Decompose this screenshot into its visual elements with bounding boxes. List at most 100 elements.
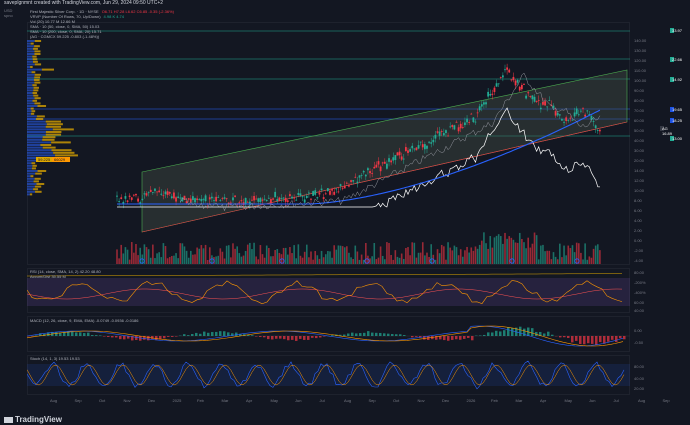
candle-body (571, 119, 574, 121)
candle-body (491, 93, 494, 95)
candle-body (128, 195, 131, 197)
volume-bar (529, 247, 532, 264)
volume-bar (390, 254, 392, 264)
stoch-label[interactable]: Stoch (14, 1, 3) 19.53 19.53 (30, 356, 80, 361)
macd-hist-bar (607, 336, 610, 342)
candle-body (200, 198, 203, 202)
candle-body (320, 188, 323, 191)
macd-hist-bar (87, 332, 90, 336)
macd-hist-bar (511, 327, 514, 336)
price-tick: 50.00 (634, 128, 645, 133)
candle-body (472, 117, 475, 123)
candle-body (173, 192, 175, 199)
vrvp-bar-down (27, 177, 35, 180)
vrvp-bar-up (34, 73, 41, 76)
volume-bar (424, 255, 426, 264)
vrvp-bar-down (27, 40, 35, 42)
vrvp-bar-up (35, 190, 42, 193)
volume-bar (154, 258, 156, 264)
vrvp-bar-down (27, 107, 31, 110)
macd-hist-bar (99, 335, 102, 336)
volume-bar (567, 245, 570, 264)
vrvp-bar-down (27, 97, 35, 100)
vrvp-bar-up (36, 115, 45, 118)
candle-body (331, 189, 333, 191)
time-tick: Oct (99, 398, 106, 403)
candle-body (278, 197, 281, 201)
rsi-chart-svg[interactable] (27, 268, 630, 313)
volume-bar (417, 252, 420, 264)
candle-body (194, 198, 196, 203)
macd-hist-bar (199, 333, 202, 336)
volume-bar (394, 250, 397, 264)
candle-body (202, 199, 205, 201)
volume-bar (468, 252, 470, 264)
macd-label[interactable]: MACD (12, 26, close, 9, EMA, EMA) -0.074… (30, 318, 139, 323)
macd-hist-bar (223, 331, 226, 336)
candle-body (234, 195, 236, 197)
macd-hist-bar (111, 336, 114, 338)
volume-bar (379, 246, 382, 264)
volume-bar (272, 256, 274, 264)
time-tick: Jul (613, 398, 619, 403)
currency-label[interactable]: USD spno (4, 8, 13, 18)
candle-body (139, 202, 142, 204)
price-tick: 6.00 (634, 208, 642, 213)
macd-hist-bar (75, 332, 78, 336)
volume-bar (122, 253, 125, 264)
volume-bar (322, 257, 325, 264)
vrvp-bar-down (27, 45, 35, 48)
volume-bar (164, 246, 167, 264)
volume-bar (289, 247, 291, 264)
brand-name: TradingView (15, 415, 62, 424)
price-tick: 130.00 (634, 48, 647, 53)
candle-body (170, 196, 173, 199)
candle-body (554, 111, 557, 116)
volume-bar (137, 255, 139, 264)
vrvp-bar-up (30, 107, 34, 110)
candle-body (116, 195, 118, 197)
vrvp-bar-up (30, 175, 34, 178)
candle-body (415, 147, 418, 151)
volume-bar (459, 249, 462, 264)
candle-body (354, 176, 357, 178)
rsi-tick: 40.00 (634, 308, 645, 313)
volume-bar (194, 254, 196, 264)
accum-label[interactable]: Accum/Dist 35.55 M (30, 274, 101, 279)
candle-body (402, 158, 405, 160)
compare-label[interactable]: (AG · CGMCX 59.225 -0.803 (-1.48%)) (30, 34, 99, 39)
price-tick: 40.00 (634, 138, 645, 143)
volume-bar (166, 258, 169, 264)
candle-body (445, 130, 447, 133)
candle-body (208, 197, 211, 200)
vrvp-bar-up (31, 167, 36, 170)
volume-bar (371, 256, 373, 264)
stoch-chart-svg[interactable] (27, 355, 630, 395)
price-chart-svg[interactable] (27, 22, 630, 265)
tradingview-logo[interactable]: TradingView (4, 415, 62, 424)
time-tick: Dec (442, 398, 450, 403)
candle-body (124, 196, 127, 199)
macd-hist-bar (619, 336, 622, 339)
volume-bar (413, 242, 416, 264)
stoch-tick: 40.00 (634, 376, 645, 381)
price-tick: 20.00 (634, 158, 645, 163)
candle-body (132, 194, 135, 196)
volume-bar (575, 242, 578, 264)
volume-bar (320, 250, 323, 264)
macd-hist-bar (95, 335, 98, 336)
macd-hist-bar (559, 336, 562, 338)
candle-body (383, 161, 386, 164)
candle-body (493, 87, 496, 92)
rsi-tick: -200% (634, 280, 646, 285)
volume-bar (497, 234, 500, 264)
volume-bar (556, 259, 559, 264)
vrvp-bar-up (34, 97, 41, 100)
volume-bar (462, 256, 464, 264)
candle-body (426, 145, 428, 149)
macd-hist-bar (355, 333, 358, 336)
time-tick: 2025 (172, 398, 182, 403)
volume-bar (333, 245, 335, 264)
macd-hist-bar (487, 332, 490, 336)
candle-body (215, 196, 218, 202)
